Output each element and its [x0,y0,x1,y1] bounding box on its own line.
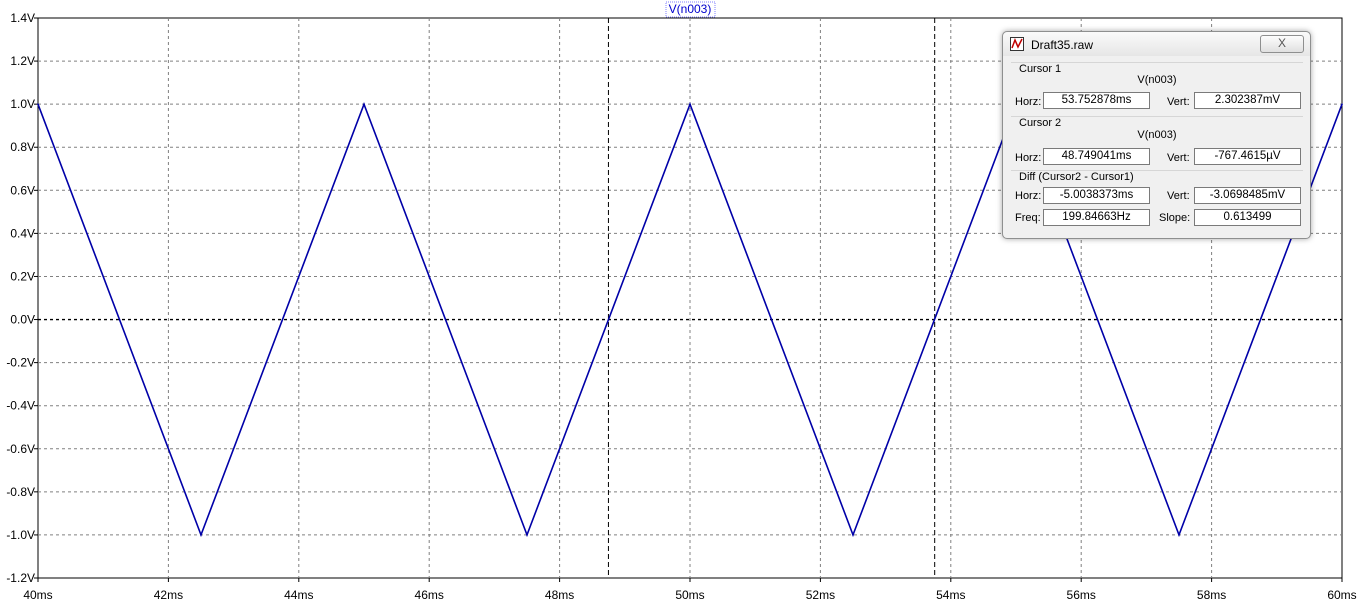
x-tick-label: 46ms [415,588,444,602]
window-title: Draft35.raw [1031,38,1094,52]
cursor1-group: Cursor 1 V(n003) Horz: 53.752878ms Vert:… [1011,62,1303,115]
y-tick-label: -0.8V [6,485,35,499]
close-button[interactable]: X [1260,35,1304,53]
y-tick-label: 1.4V [10,11,35,25]
y-tick-label: -0.4V [6,399,35,413]
y-tick-label: 1.2V [10,54,35,68]
cursor1-trace: V(n003) [1137,74,1177,86]
x-tick-label: 44ms [284,588,313,602]
cursor2-horz-label: Horz: [1015,152,1042,164]
data-point [37,103,39,105]
cursor-readout-window[interactable]: Draft35.raw X Cursor 1 V(n003) Horz: 53.… [1002,31,1311,239]
y-tick-label: 0.4V [10,226,35,240]
diff-group: Diff (Cursor2 - Cursor1) Horz: -5.003837… [1011,170,1303,233]
waveform-app-icon [1010,37,1024,51]
diff-horz-field[interactable]: -5.0038373ms [1043,187,1150,204]
y-tick-label: -1.2V [6,571,35,585]
diff-freq-field[interactable]: 199.84663Hz [1043,209,1150,226]
cursor2-trace: V(n003) [1137,129,1177,141]
x-tick-label: 42ms [154,588,183,602]
trace-title[interactable]: V(n003) [669,2,712,16]
x-tick-label: 50ms [675,588,704,602]
y-tick-label: 1.0V [10,97,35,111]
diff-slope-field[interactable]: 0.613499 [1194,209,1301,226]
x-tick-label: 40ms [23,588,52,602]
y-tick-label: 0.0V [10,313,35,327]
window-titlebar[interactable]: Draft35.raw X [1003,32,1310,56]
y-tick-label: -0.6V [6,442,35,456]
data-point [200,534,202,536]
data-point [526,534,528,536]
y-tick-label: -0.2V [6,356,35,370]
diff-vert-label: Vert: [1167,190,1190,202]
diff-freq-label: Freq: [1015,212,1041,224]
y-tick-label: 0.6V [10,183,35,197]
cursor1-horz-field[interactable]: 53.752878ms [1043,92,1150,109]
data-point [1178,534,1180,536]
x-tick-label: 52ms [806,588,835,602]
diff-horz-label: Horz: [1015,190,1042,202]
x-tick-label: 54ms [936,588,965,602]
y-tick-label: -1.0V [6,528,35,542]
cursor2-label: Cursor 2 [1019,117,1062,129]
x-tick-label: 48ms [545,588,574,602]
data-point [852,534,854,536]
cursor2-vert-field[interactable]: -767.4615µV [1194,148,1301,165]
x-tick-label: 58ms [1197,588,1226,602]
cursor2-group: Cursor 2 V(n003) Horz: 48.749041ms Vert:… [1011,116,1303,169]
cursor1-vert-label: Vert: [1167,96,1190,108]
y-tick-label: 0.2V [10,269,35,283]
x-tick-label: 60ms [1327,588,1356,602]
x-tick-label: 56ms [1067,588,1096,602]
y-tick-label: 0.8V [10,140,35,154]
cursor1-horz-label: Horz: [1015,96,1042,108]
diff-label: Diff (Cursor2 - Cursor1) [1019,171,1134,183]
cursor2-horz-field[interactable]: 48.749041ms [1043,148,1150,165]
diff-slope-label: Slope: [1159,212,1191,224]
data-point [363,103,365,105]
diff-vert-field[interactable]: -3.0698485mV [1194,187,1301,204]
data-point [1341,103,1343,105]
cursor1-vert-field[interactable]: 2.302387mV [1194,92,1301,109]
cursor2-vert-label: Vert: [1167,152,1190,164]
data-point [689,103,691,105]
